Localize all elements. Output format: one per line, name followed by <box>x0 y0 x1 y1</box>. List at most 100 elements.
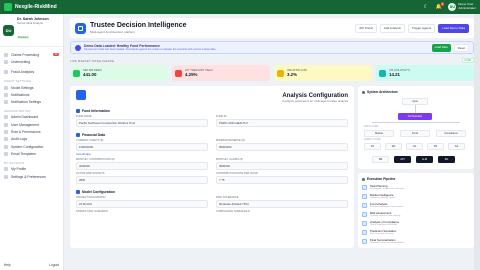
mail-icon <box>4 151 8 156</box>
moon-icon[interactable]: ☾ <box>422 4 429 10</box>
user-menu[interactable]: DU Demo User Administrator <box>448 3 476 11</box>
fund-name-label: FUND NAME <box>76 115 92 118</box>
page-title: Trustee Decision Intelligence <box>90 22 187 29</box>
sidebar-item-email-templates[interactable]: Email Templates <box>0 150 63 157</box>
step-icon <box>362 193 367 199</box>
add-analysis-button[interactable]: Add Analysis <box>379 23 405 33</box>
step-desc: Quantify exposure and volatility <box>370 215 401 217</box>
sidebar-item-roles[interactable]: Role & Permissions <box>0 128 63 135</box>
sidebar-item-label: My Profile <box>11 167 27 172</box>
step-icon <box>362 184 367 190</box>
step-desc: Evaluate fund health and reserves <box>370 206 404 208</box>
sliders-icon <box>4 100 8 105</box>
fund-name-input[interactable]: Pacific Northwest Construction Workers T… <box>76 119 208 127</box>
current-assets-label: CURRENT ASSETS ($) <box>76 139 104 142</box>
monthly-contrib-input[interactable]: 4200000 <box>76 162 208 170</box>
file-icon <box>4 52 8 57</box>
top-right-actions: ☾ 🔔 3 DU Demo User Administrator <box>422 2 476 11</box>
pipeline-step[interactable]: Prediction Simulation Run projection scen… <box>362 229 470 235</box>
sidebar-item-fraud[interactable]: Fraud Analytics <box>0 69 63 76</box>
arch-node: API <box>394 156 411 163</box>
risk-select[interactable]: Moderate (Default 75%) <box>216 200 348 208</box>
api-portal-button[interactable]: API Portal <box>355 23 377 33</box>
horizon-label: PROJECTION HORIZON <box>76 196 106 199</box>
fund-id-label: FUND ID <box>216 115 227 118</box>
sidebar-item-notification-settings[interactable]: Notification Settings <box>0 98 63 105</box>
monthly-contrib-label: MONTHLY CONTRIBUTIONS ($) <box>76 158 115 161</box>
user-role: Administrator <box>458 6 476 10</box>
pipeline-step[interactable]: Task Planning Decompose analysis into sub… <box>362 184 470 190</box>
volatility-icon <box>379 69 386 77</box>
header-actions: API Portal Add Analysis Trigger Agents L… <box>355 23 469 33</box>
profile-card[interactable]: DU Dr. Sarah Johnson Senior Risk Analyst… <box>0 17 63 47</box>
members-input[interactable]: 2850 <box>76 176 208 184</box>
pipeline-step[interactable]: Risk Assessment Quantify exposure and vol… <box>362 211 470 217</box>
help-link[interactable]: Help <box>4 263 11 267</box>
step-icon <box>362 220 367 226</box>
metric-value: 4.25% <box>185 72 198 77</box>
sidebar-item-notifications[interactable]: Notifications <box>0 91 63 98</box>
sidebar-item-admin-dashboard[interactable]: Admin Dashboard <box>0 114 63 121</box>
reset-button[interactable]: Reset <box>453 43 469 52</box>
main-content: Trustee Decision Intelligence Multi-agen… <box>70 18 474 268</box>
current-assets-input[interactable]: 125000000 <box>76 143 208 151</box>
bell-icon[interactable]: 🔔 3 <box>435 2 445 10</box>
metric-card: 10Y TREASURY YIELD 4.25% <box>172 65 270 81</box>
pipeline-step[interactable]: Fund Analysis Evaluate fund health and re… <box>362 202 470 208</box>
pipeline-title: Execution Pipeline <box>362 177 470 181</box>
sidebar-item-label: User Management <box>11 122 39 127</box>
sidebar-item-audit-logs[interactable]: Audit Logs <box>0 136 63 143</box>
arch-connector <box>415 105 416 113</box>
arch-node: RA <box>385 143 402 150</box>
metric-value: 441.00 <box>83 72 97 77</box>
metric-value: 3.2% <box>287 72 298 77</box>
analysis-config-card: Analysis Configuration Configure paramet… <box>70 86 354 248</box>
trigger-agents-button[interactable]: Trigger Agents <box>407 23 436 33</box>
pipeline-step[interactable]: Analysis of Compliance Check regulatory t… <box>362 220 470 226</box>
sidebar-item-underwriting[interactable]: Underwriting <box>0 58 63 65</box>
section-label: Financial Data <box>82 133 105 137</box>
reserve-input[interactable]: 95000000 <box>216 143 348 151</box>
step-icon <box>362 238 367 244</box>
pipeline-step[interactable]: Market Intelligence Gather live market si… <box>362 193 470 199</box>
config-subtitle: Configure parameters for multi-agent tru… <box>282 99 348 103</box>
arch-node: DB <box>372 156 389 163</box>
load-data-button[interactable]: Load Data <box>431 43 451 52</box>
sidebar-item-model-settings[interactable]: Model Settings <box>0 84 63 91</box>
profile-badge: Premium <box>17 36 30 39</box>
arch-node-core: Orchestrator <box>398 113 432 120</box>
users-icon <box>4 122 8 127</box>
load-demo-data-button[interactable]: Load Demo Data <box>438 23 469 33</box>
auto-fill-link[interactable]: Auto-fill data <box>76 153 348 156</box>
brand-name: Nexgile-RiskMind <box>15 4 57 10</box>
section-label-settings: AGENT SETTINGS <box>4 78 32 83</box>
monthly-claims-input[interactable]: 3800000 <box>216 162 348 170</box>
content-area: Analysis Configuration Configure paramet… <box>70 86 474 248</box>
sidebar-item-label: Model Settings <box>11 85 34 90</box>
sidebar-item-label: Admin Dashboard <box>11 115 39 120</box>
dollar-icon <box>76 133 80 137</box>
metric-card: INFLATION (CPI) 3.2% <box>274 65 372 81</box>
notification-count: 3 <box>440 2 445 6</box>
logout-link[interactable]: Logout <box>49 263 59 267</box>
sidebar-item-user-management[interactable]: User Management <box>0 121 63 128</box>
sidebar-item-preferences[interactable]: Settings & Preferences <box>0 173 63 180</box>
pipeline-step[interactable]: Final Summarization Generate trustee reco… <box>362 238 470 244</box>
horizon-select[interactable]: 24 Months <box>76 200 208 208</box>
list-icon <box>4 137 8 142</box>
architecture-title: System Architecture <box>362 90 470 94</box>
sidebar-item-system-config[interactable]: System Configuration <box>0 143 63 150</box>
sidebar-item-label: Settings & Preferences <box>11 174 46 179</box>
chart-icon <box>4 70 8 75</box>
arch-node: LLM <box>416 156 433 163</box>
sidebar-item-claims[interactable]: Claims Processing 12 <box>0 51 63 58</box>
contrib-rate-input[interactable]: 7.75 <box>216 176 348 184</box>
arch-node: Compliance <box>436 130 466 137</box>
step-icon <box>362 211 367 217</box>
arch-node: ML <box>438 156 455 163</box>
fund-id-input[interactable]: PNWC-2024-HEALTHY <box>216 119 348 127</box>
user-icon <box>4 167 8 172</box>
metrics-header: LIVE MARKET INTELLIGENCE LIVE <box>70 58 474 63</box>
sidebar-item-my-profile[interactable]: My Profile <box>0 166 63 173</box>
profile-role: Senior Risk Analyst <box>17 21 43 25</box>
